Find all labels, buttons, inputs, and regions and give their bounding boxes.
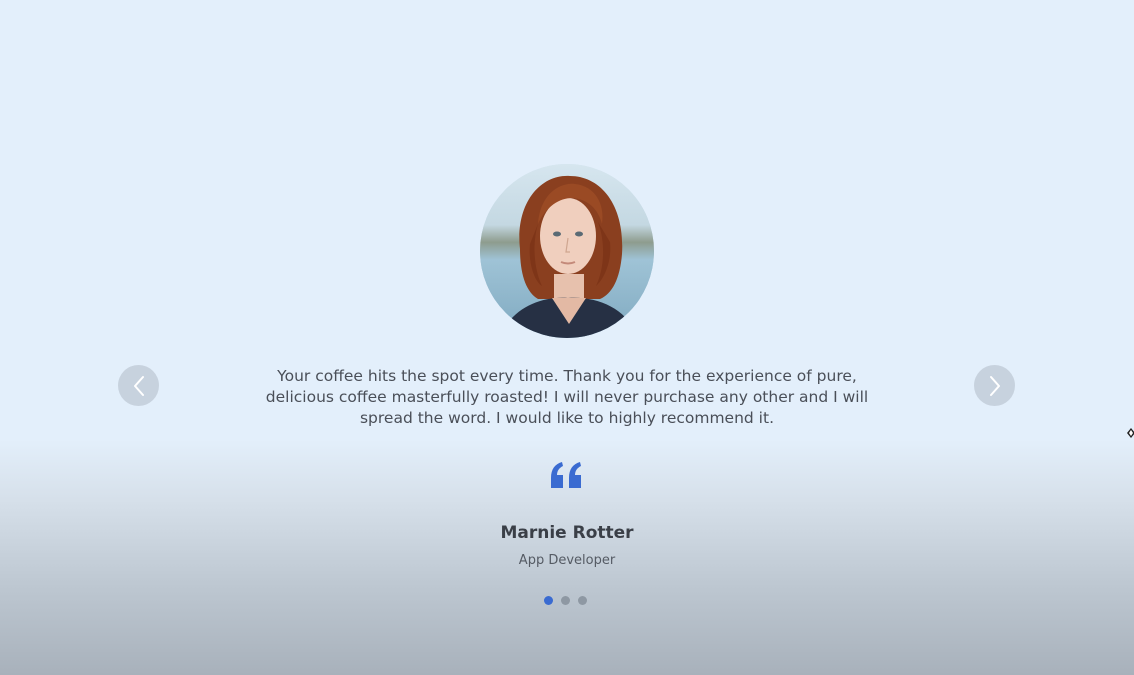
resize-cursor-icon [1127, 423, 1134, 438]
prev-testimonial-button[interactable] [118, 365, 159, 406]
chevron-right-icon [989, 375, 1000, 396]
author-avatar [480, 164, 654, 338]
author-name: Marnie Rotter [500, 523, 634, 543]
chevron-left-icon [133, 375, 144, 396]
pagination-dot-1[interactable] [544, 596, 553, 605]
author-role: App Developer [518, 553, 616, 568]
quote-mark-icon [548, 460, 586, 490]
pagination-dots [544, 596, 587, 605]
testimonial-quote: Your coffee hits the spot every time. Th… [265, 367, 869, 427]
next-testimonial-button[interactable] [974, 365, 1015, 406]
pagination-dot-3[interactable] [578, 596, 587, 605]
pagination-dot-2[interactable] [561, 596, 570, 605]
portrait-photo-icon [480, 164, 654, 338]
